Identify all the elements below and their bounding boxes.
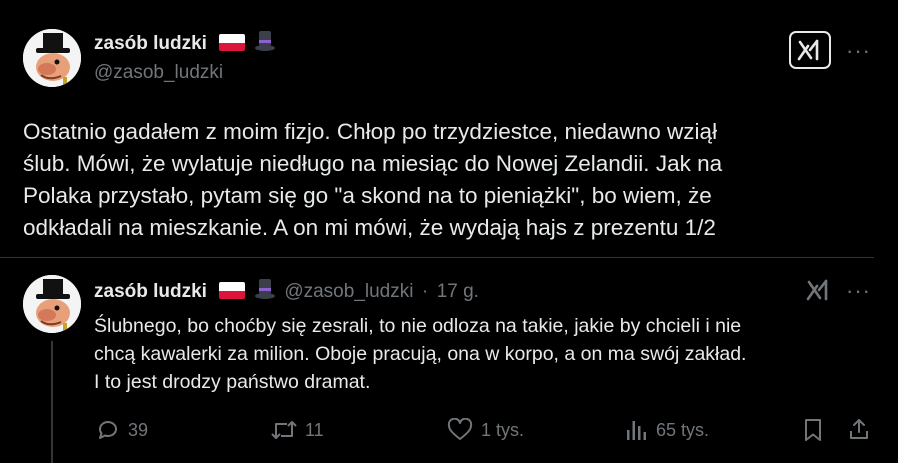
like-icon	[447, 418, 473, 440]
divider	[0, 257, 874, 258]
avatar-image	[23, 275, 81, 333]
reply-text-line: chcą kawalerki za milion. Oboje pracują,…	[94, 343, 747, 365]
tweet-text-line: ślub. Mówi, że wylatuje niedługo na mies…	[23, 151, 723, 176]
grok-icon	[806, 279, 828, 301]
tweet-text-line: odkładali na mieszkanie. A on mi mówi, ż…	[23, 215, 716, 240]
reply-count: 39	[128, 419, 149, 440]
avatar[interactable]	[23, 29, 81, 87]
reply-button[interactable]: 39	[96, 418, 148, 442]
author-line: zasób ludzki	[94, 30, 276, 57]
handle[interactable]: @zasob_ludzki	[94, 62, 223, 84]
more-icon[interactable]: ···	[846, 38, 871, 64]
like-button[interactable]: 1 tys.	[447, 418, 524, 442]
views-button[interactable]: 65 tys.	[624, 418, 709, 442]
reply-text: Ślubnego, bo choćby się zesrali, to nie …	[94, 312, 884, 396]
timestamp[interactable]: 17 g.	[437, 281, 479, 302]
grok-button[interactable]	[806, 278, 832, 307]
poland-flag-icon	[219, 282, 246, 299]
share-button[interactable]	[847, 417, 871, 446]
retweet-icon	[271, 421, 297, 439]
more-icon[interactable]: ···	[846, 278, 871, 304]
bookmark-button[interactable]	[801, 418, 825, 447]
views-count: 65 tys.	[656, 419, 710, 440]
grok-icon	[797, 39, 819, 61]
like-count: 1 tys.	[481, 419, 525, 440]
separator: ·	[421, 281, 429, 302]
top-hat-icon	[254, 278, 276, 305]
tweet-text-line: Polaka przystało, pytam się go "a skond …	[23, 183, 712, 208]
top-hat-icon	[254, 30, 276, 57]
bookmark-icon	[805, 419, 821, 441]
share-icon	[850, 419, 868, 439]
thread-line	[51, 341, 53, 463]
avatar-image	[23, 29, 81, 87]
reply-author-line: zasób ludzki @zasob_ludzki · 17 g.	[94, 278, 479, 305]
views-icon	[627, 421, 646, 440]
reply-text-line: I to jest drodzy państwo dramat.	[94, 371, 371, 393]
display-name[interactable]: zasób ludzki	[94, 33, 207, 54]
poland-flag-icon	[219, 34, 246, 51]
reply-text-line: Ślubnego, bo choćby się zesrali, to nie …	[94, 315, 742, 337]
tweet-text-line: Ostatnio gadałem z moim fizjo. Chłop po …	[23, 119, 718, 144]
display-name[interactable]: zasób ludzki	[94, 281, 207, 302]
reply-icon	[99, 421, 117, 439]
retweet-count: 11	[305, 419, 324, 440]
reply-avatar[interactable]	[23, 275, 81, 333]
retweet-button[interactable]: 11	[271, 418, 324, 442]
tweet-text: Ostatnio gadałem z moim fizjo. Chłop po …	[23, 116, 883, 244]
handle[interactable]: @zasob_ludzki	[284, 281, 413, 302]
grok-button[interactable]	[789, 31, 831, 69]
